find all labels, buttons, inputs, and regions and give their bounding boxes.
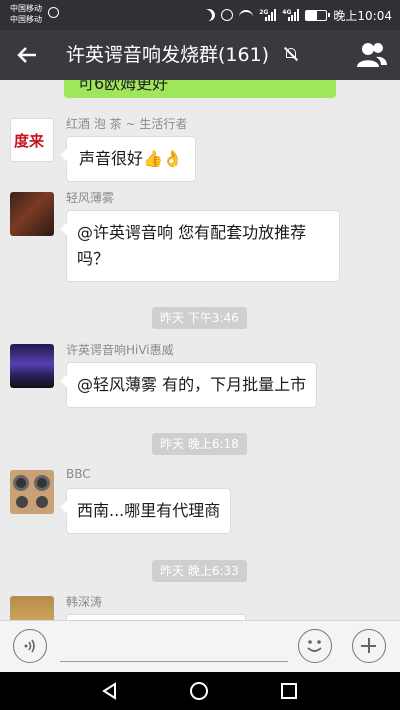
message-bubble[interactable]: 西南...哪里有代理商 [59,488,232,534]
timestamp: 昨天 晚上6:33 [152,560,247,582]
notification-icon [48,7,59,18]
muted-bell-icon [283,46,299,62]
message-bubble[interactable]: 声音很好👍👌 [60,136,196,182]
signal-icon-4g: 4G [282,9,300,21]
chat-area[interactable]: 可6欧姆更好 度来 红酒 泡 茶 ~ 生活行者 声音很好👍👌 轻风薄雾 @许英谔… [0,80,400,620]
avatar[interactable] [10,344,54,388]
avatar[interactable]: 度来 [10,118,54,162]
do-not-disturb-icon [201,7,217,23]
nav-back-icon[interactable] [101,682,119,700]
alarm-icon [221,9,234,21]
avatar[interactable] [10,192,54,236]
nav-recent-icon[interactable] [281,683,297,699]
avatar-logo-text: 度来 [14,132,45,150]
message-text: @轻风薄雾 有的，下月批量上市 [77,375,307,394]
clock: 晚上10:04 [333,8,392,23]
signal-label-4g: 4G [282,9,292,16]
message-text-line: 吗？ [77,249,110,268]
sender-name: BBC [66,467,91,481]
plus-icon[interactable] [352,629,386,663]
message-text: 西南...哪里有代理商 [77,501,221,520]
message-bubble[interactable]: @轻风薄雾 有的，下月批量上市 [59,362,318,408]
sender-name: 红酒 泡 茶 ~ 生活行者 [66,117,188,131]
timestamp: 昨天 下午3:46 [152,307,247,329]
title-bar: 许英谔音响发烧群(161) [0,30,400,80]
chat-title: 许英谔音响发烧群(161) [66,44,270,66]
wifi-icon [239,10,254,20]
emoji-icon[interactable] [298,629,332,663]
group-members-icon[interactable] [356,40,388,70]
voice-icon[interactable] [13,629,47,663]
input-bar [0,620,400,672]
message-text: 声音很好👍👌 [79,149,183,168]
battery-icon [305,9,331,21]
my-message-bubble[interactable]: 可6欧姆更好 [64,80,336,98]
avatar[interactable] [10,470,54,514]
sender-name: 韩深涛 [66,595,103,609]
timestamp: 昨天 晚上6:18 [152,433,247,455]
message-text-line: @许英谔音响 您有配套功放推荐 [77,223,307,242]
message-input[interactable] [60,661,288,662]
carrier-labels: 中国移动 中国移动 [10,3,42,25]
signal-label-2g: 2G [259,9,269,16]
android-nav-bar [0,672,400,710]
carrier-2: 中国移动 [10,15,42,24]
avatar[interactable] [10,596,54,620]
status-bar: 中国移动 中国移动 2G 4G 晚上10:04 [0,0,400,30]
carrier-1: 中国移动 [10,4,42,13]
sender-name: 轻风薄雾 [66,191,115,205]
battery-level [306,10,318,20]
message-bubble[interactable]: @许英谔音响 您有配套功放推荐 吗？ [60,210,340,282]
signal-icon-2g: 2G [259,9,277,21]
sender-name: 许英谔音响HiVi惠威 [66,343,174,357]
back-arrow-icon[interactable] [10,38,44,72]
status-icons: 2G 4G 晚上10:04 [203,6,392,24]
nav-home-icon[interactable] [190,682,208,700]
